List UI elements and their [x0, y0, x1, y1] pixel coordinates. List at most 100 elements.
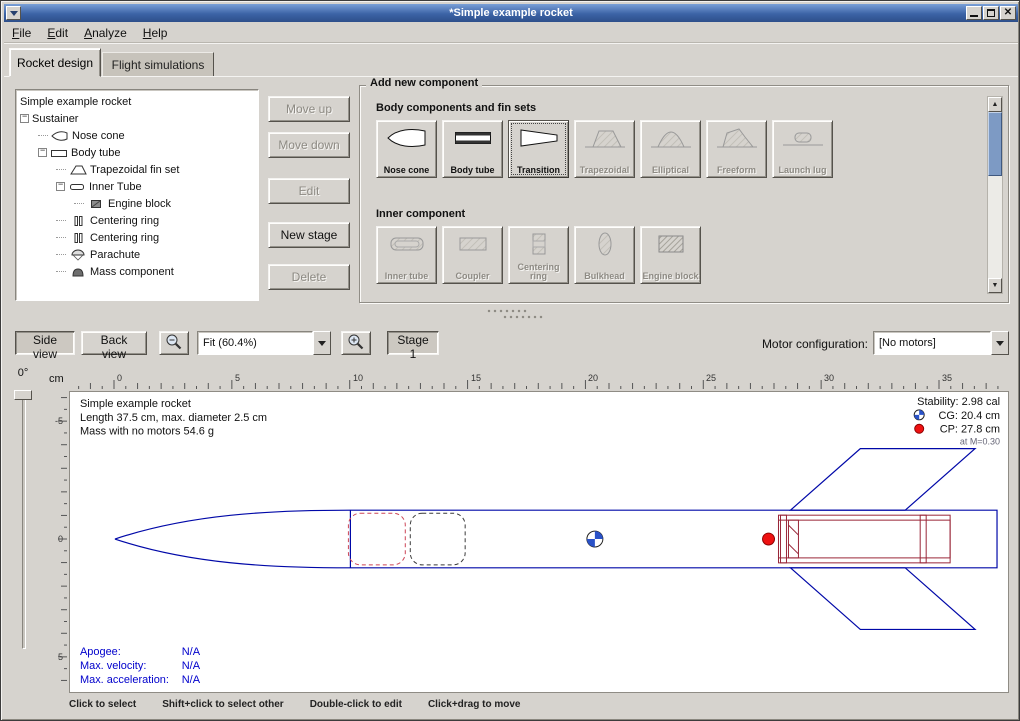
component-panel-scrollbar[interactable]: ▲ ▼ — [987, 96, 1003, 294]
svg-text:0: 0 — [117, 373, 122, 383]
elliptical-fin-icon — [649, 124, 693, 152]
collapse-toggle-icon[interactable] — [20, 114, 29, 123]
motor-configuration-select[interactable]: [No motors] — [873, 331, 1009, 355]
maximize-icon — [987, 9, 995, 17]
scroll-up-button[interactable]: ▲ — [988, 97, 1002, 112]
body-component-buttons: Nose cone Body tube Transition Trapezoid… — [376, 120, 833, 178]
add-centering-ring-button[interactable]: Centering ring — [508, 226, 569, 284]
svg-text:10: 10 — [353, 373, 363, 383]
zoom-out-icon — [165, 340, 183, 354]
centering-ring-icon — [69, 215, 87, 227]
hint-item: Shift+click to select other — [162, 699, 283, 710]
hint-item: Click+drag to move — [428, 699, 521, 710]
menu-edit[interactable]: Edit — [39, 24, 76, 42]
scrollbar-thumb[interactable] — [988, 112, 1002, 176]
horizontal-ruler: 0 5 10 15 20 25 30 35 — [69, 369, 1009, 389]
tree-item-mass-component[interactable]: Mass component — [16, 263, 258, 280]
menu-file[interactable]: File — [4, 24, 39, 42]
maximize-button[interactable] — [983, 6, 999, 20]
component-tree[interactable]: Simple example rocket Sustainer Nose con… — [15, 89, 259, 301]
parachute-icon — [69, 249, 87, 261]
tree-item-engine-block[interactable]: Engine block — [16, 195, 258, 212]
menu-help[interactable]: Help — [135, 24, 176, 42]
titlebar[interactable]: *Simple example rocket ✕ — [4, 4, 1018, 22]
zoom-dropdown-button[interactable] — [313, 331, 331, 355]
tree-item-body-tube[interactable]: Body tube — [16, 144, 258, 161]
freeform-fin-icon — [715, 124, 759, 152]
minimize-button[interactable] — [966, 6, 982, 20]
splitter-handle[interactable] — [487, 309, 527, 313]
cp-text: CP: 27.8 cm — [940, 424, 1000, 436]
rocket-dimensions-text: Length 37.5 cm, max. diameter 2.5 cm — [80, 412, 267, 424]
transition-icon — [517, 124, 561, 152]
zoom-level-value: Fit (60.4%) — [197, 331, 313, 355]
inner-tube-icon — [68, 181, 86, 193]
zoom-out-button[interactable] — [159, 331, 189, 355]
centering-ring-icon — [69, 232, 87, 244]
add-launch-lug-button[interactable]: Launch lug — [772, 120, 833, 178]
acceleration-label: Max. acceleration: — [80, 674, 169, 686]
side-view-button[interactable]: Side view — [15, 331, 75, 355]
collapse-toggle-icon[interactable] — [38, 148, 47, 157]
rotation-slider-handle[interactable] — [14, 390, 32, 400]
window-title: *Simple example rocket — [4, 4, 1018, 22]
body-tube-icon — [451, 124, 495, 152]
tree-item-fin-set[interactable]: Trapezoidal fin set — [16, 161, 258, 178]
back-view-button[interactable]: Back view — [81, 331, 147, 355]
add-bulkhead-button[interactable]: Bulkhead — [574, 226, 635, 284]
engine-block-icon — [649, 230, 693, 258]
apogee-label: Apogee: — [80, 646, 121, 658]
svg-text:5: 5 — [235, 373, 240, 383]
bulkhead-icon — [583, 230, 627, 258]
nose-cone-icon — [51, 130, 69, 142]
add-coupler-button[interactable]: Coupler — [442, 226, 503, 284]
move-up-button[interactable]: Move up — [268, 96, 350, 122]
add-elliptical-fin-button[interactable]: Elliptical — [640, 120, 701, 178]
add-inner-tube-button[interactable]: Inner tube — [376, 226, 437, 284]
tree-item-nose-cone[interactable]: Nose cone — [16, 127, 258, 144]
close-button[interactable]: ✕ — [1000, 6, 1016, 20]
edit-button[interactable]: Edit — [268, 178, 350, 204]
rocket-mass-text: Mass with no motors 54.6 g — [80, 426, 214, 438]
parachute-outline — [348, 513, 405, 565]
tree-item-parachute[interactable]: Parachute — [16, 246, 258, 263]
tree-item-inner-tube[interactable]: Inner Tube — [16, 178, 258, 195]
rotation-angle-label: 0° — [9, 367, 37, 379]
tree-item-centering-ring-2[interactable]: Centering ring — [16, 229, 258, 246]
cp-marker — [763, 533, 775, 545]
svg-text:20: 20 — [588, 373, 598, 383]
mach-text: at M=0.30 — [960, 437, 1000, 447]
svg-text:35: 35 — [942, 373, 952, 383]
zoom-in-button[interactable] — [341, 331, 371, 355]
add-engine-block-button[interactable]: Engine block — [640, 226, 701, 284]
add-transition-button[interactable]: Transition — [508, 120, 569, 178]
add-body-tube-button[interactable]: Body tube — [442, 120, 503, 178]
menu-analyze[interactable]: Analyze — [76, 24, 135, 42]
new-stage-button[interactable]: New stage — [268, 222, 350, 248]
delete-button[interactable]: Delete — [268, 264, 350, 290]
add-trapezoidal-fin-button[interactable]: Trapezoidal — [574, 120, 635, 178]
rocket-body-outline — [115, 449, 997, 630]
motor-dropdown-button[interactable] — [991, 331, 1009, 355]
tab-flight-simulations[interactable]: Flight simulations — [102, 52, 214, 77]
move-down-button[interactable]: Move down — [268, 132, 350, 158]
tab-rocket-design[interactable]: Rocket design — [9, 48, 101, 77]
system-menu-button[interactable] — [6, 6, 21, 20]
add-nose-cone-button[interactable]: Nose cone — [376, 120, 437, 178]
scroll-down-button[interactable]: ▼ — [988, 278, 1002, 293]
tree-item-sustainer[interactable]: Sustainer — [16, 110, 258, 127]
acceleration-value: N/A — [182, 674, 201, 686]
rocket-view-canvas[interactable]: Simple example rocket Length 37.5 cm, ma… — [69, 391, 1009, 693]
collapse-toggle-icon[interactable] — [56, 182, 65, 191]
inner-components-outline — [778, 515, 950, 563]
splitter-handle[interactable] — [503, 315, 543, 319]
add-freeform-fin-button[interactable]: Freeform — [706, 120, 767, 178]
svg-text:25: 25 — [706, 373, 716, 383]
tree-item-centering-ring-1[interactable]: Centering ring — [16, 212, 258, 229]
rotation-slider-track[interactable] — [22, 393, 26, 649]
stage-1-toggle[interactable]: Stage 1 — [387, 331, 439, 355]
tree-item-rocket[interactable]: Simple example rocket — [16, 93, 258, 110]
zoom-level-select[interactable]: Fit (60.4%) — [197, 331, 331, 355]
launch-lug-icon — [781, 124, 825, 152]
inner-component-buttons: Inner tube Coupler Centering ring Bulkhe… — [376, 226, 701, 284]
